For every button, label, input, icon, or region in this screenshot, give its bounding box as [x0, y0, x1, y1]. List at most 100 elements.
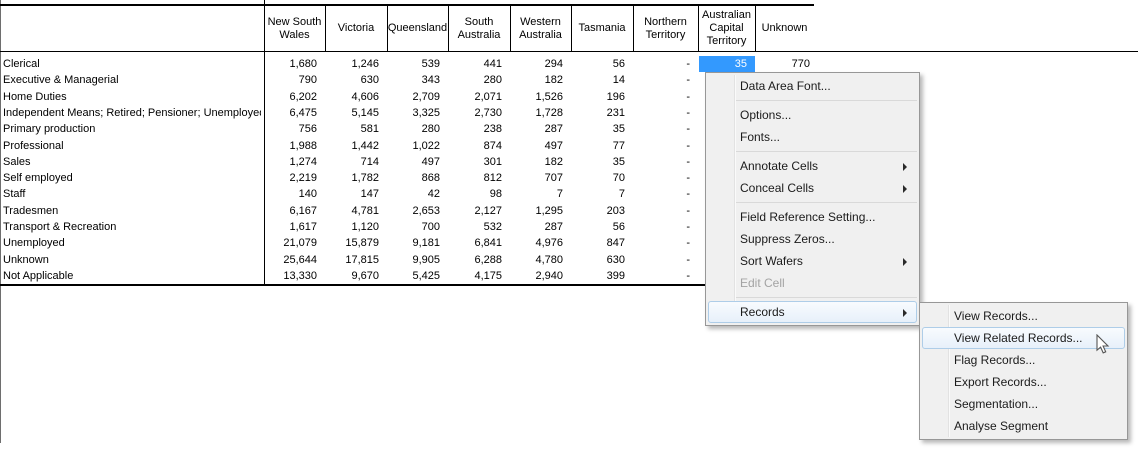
table-cell[interactable]: 231 — [571, 105, 633, 121]
table-cell[interactable]: 25,644 — [264, 252, 325, 268]
table-cell[interactable]: 847 — [571, 235, 633, 251]
table-cell[interactable]: 2,219 — [264, 170, 325, 186]
table-cell[interactable]: 2,709 — [387, 89, 448, 105]
menu-item-annotate-cells[interactable]: Annotate Cells — [708, 155, 917, 177]
table-cell[interactable]: 7 — [510, 186, 571, 202]
menu-item-records[interactable]: Records — [708, 301, 917, 323]
table-cell[interactable]: 7 — [571, 186, 633, 202]
table-cell[interactable]: 1,728 — [510, 105, 571, 121]
table-cell[interactable]: 1,120 — [325, 219, 387, 235]
table-cell[interactable]: 4,780 — [510, 252, 571, 268]
table-cell[interactable]: 539 — [387, 56, 448, 72]
table-cell[interactable]: 1,526 — [510, 89, 571, 105]
table-cell[interactable]: 56 — [571, 219, 633, 235]
menu-item-segmentation[interactable]: Segmentation... — [922, 393, 1125, 415]
table-cell[interactable]: 35 — [571, 121, 633, 137]
table-cell[interactable]: 196 — [571, 89, 633, 105]
table-cell[interactable]: - — [633, 252, 698, 268]
table-cell[interactable]: 182 — [510, 72, 571, 88]
table-cell[interactable]: 343 — [387, 72, 448, 88]
table-cell[interactable]: 630 — [325, 72, 387, 88]
row-label-staff[interactable]: Staff — [3, 186, 261, 202]
table-cell[interactable]: - — [633, 72, 698, 88]
table-cell[interactable]: - — [633, 138, 698, 154]
menu-item-options[interactable]: Options... — [708, 104, 917, 126]
table-cell[interactable]: 1,022 — [387, 138, 448, 154]
table-cell[interactable]: 287 — [510, 219, 571, 235]
table-cell[interactable]: 4,606 — [325, 89, 387, 105]
table-cell[interactable]: 1,617 — [264, 219, 325, 235]
table-cell[interactable]: 770 — [755, 56, 814, 72]
table-cell[interactable]: - — [633, 121, 698, 137]
row-label-home-duties[interactable]: Home Duties — [3, 89, 261, 105]
table-cell[interactable]: - — [633, 56, 698, 72]
menu-item-data-area-font[interactable]: Data Area Font... — [708, 75, 917, 97]
column-header-south-australia[interactable]: South Australia — [448, 6, 510, 51]
table-cell[interactable]: 756 — [264, 121, 325, 137]
table-cell[interactable]: 203 — [571, 203, 633, 219]
selected-cell[interactable]: 35 — [699, 56, 755, 72]
table-cell[interactable]: 1,988 — [264, 138, 325, 154]
menu-item-fonts[interactable]: Fonts... — [708, 126, 917, 148]
column-header-tasmania[interactable]: Tasmania — [571, 6, 633, 51]
row-label-executive-managerial[interactable]: Executive & Managerial — [3, 72, 261, 88]
table-cell[interactable]: - — [633, 154, 698, 170]
row-label-tradesmen[interactable]: Tradesmen — [3, 203, 261, 219]
table-cell[interactable]: 6,288 — [448, 252, 510, 268]
table-cell[interactable]: 700 — [387, 219, 448, 235]
table-cell[interactable]: 56 — [571, 56, 633, 72]
column-header-northern-territory[interactable]: Northern Territory — [633, 6, 698, 51]
column-header-australian-capital-territory[interactable]: Australian Capital Territory — [698, 6, 755, 51]
table-cell[interactable]: 6,841 — [448, 235, 510, 251]
table-cell[interactable]: - — [633, 186, 698, 202]
table-cell[interactable]: 2,940 — [510, 268, 571, 284]
table-cell[interactable]: 9,670 — [325, 268, 387, 284]
table-cell[interactable]: - — [633, 268, 698, 284]
column-header-victoria[interactable]: Victoria — [325, 6, 387, 51]
table-cell[interactable]: 581 — [325, 121, 387, 137]
table-cell[interactable]: 21,079 — [264, 235, 325, 251]
table-cell[interactable]: 13,330 — [264, 268, 325, 284]
table-cell[interactable]: 294 — [510, 56, 571, 72]
table-cell[interactable]: 707 — [510, 170, 571, 186]
table-cell[interactable]: 6,202 — [264, 89, 325, 105]
table-cell[interactable]: 399 — [571, 268, 633, 284]
table-cell[interactable]: 4,175 — [448, 268, 510, 284]
table-cell[interactable]: 301 — [448, 154, 510, 170]
table-cell[interactable]: 147 — [325, 186, 387, 202]
column-header-new-south-wales[interactable]: New South Wales — [264, 6, 325, 51]
table-cell[interactable]: 630 — [571, 252, 633, 268]
table-cell[interactable]: 98 — [448, 186, 510, 202]
menu-item-view-related-records[interactable]: View Related Records... — [922, 327, 1125, 349]
table-cell[interactable]: - — [633, 89, 698, 105]
table-cell[interactable]: 42 — [387, 186, 448, 202]
table-cell[interactable]: 182 — [510, 154, 571, 170]
row-label-not-applicable[interactable]: Not Applicable — [3, 268, 261, 284]
row-label-independent-means-retired-pensioner-unemployed[interactable]: Independent Means; Retired; Pensioner; U… — [3, 105, 261, 121]
table-cell[interactable]: 287 — [510, 121, 571, 137]
menu-item-flag-records[interactable]: Flag Records... — [922, 349, 1125, 371]
table-cell[interactable]: 6,167 — [264, 203, 325, 219]
table-cell[interactable]: 2,127 — [448, 203, 510, 219]
table-cell[interactable]: 874 — [448, 138, 510, 154]
table-cell[interactable]: 532 — [448, 219, 510, 235]
table-cell[interactable]: 1,782 — [325, 170, 387, 186]
table-cell[interactable]: 790 — [264, 72, 325, 88]
table-cell[interactable]: 280 — [387, 121, 448, 137]
table-cell[interactable]: 3,325 — [387, 105, 448, 121]
table-cell[interactable]: 6,475 — [264, 105, 325, 121]
menu-item-sort-wafers[interactable]: Sort Wafers — [708, 250, 917, 272]
table-cell[interactable]: 17,815 — [325, 252, 387, 268]
menu-item-suppress-zeros[interactable]: Suppress Zeros... — [708, 228, 917, 250]
row-label-unemployed[interactable]: Unemployed — [3, 235, 261, 251]
table-cell[interactable]: 2,653 — [387, 203, 448, 219]
table-cell[interactable]: 441 — [448, 56, 510, 72]
table-cell[interactable]: 1,442 — [325, 138, 387, 154]
row-label-primary-production[interactable]: Primary production — [3, 121, 261, 137]
table-cell[interactable]: 2,071 — [448, 89, 510, 105]
row-label-sales[interactable]: Sales — [3, 154, 261, 170]
table-cell[interactable]: 812 — [448, 170, 510, 186]
table-cell[interactable]: - — [633, 219, 698, 235]
table-cell[interactable]: 5,145 — [325, 105, 387, 121]
table-cell[interactable]: 15,879 — [325, 235, 387, 251]
